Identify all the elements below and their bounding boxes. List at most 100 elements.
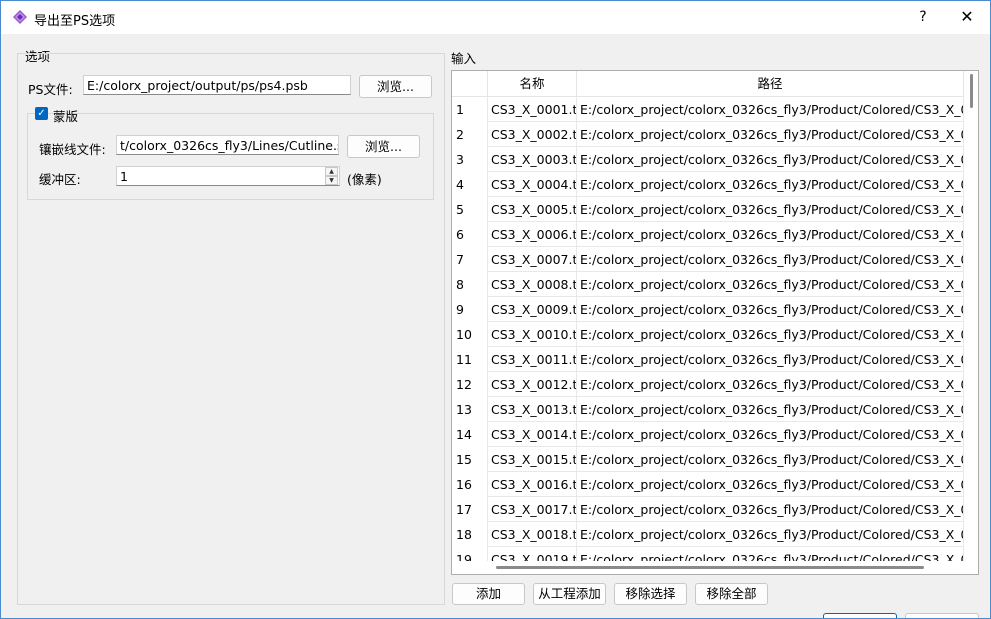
row-number-cell: 7	[452, 247, 488, 272]
name-cell: CS3_X_0004.tif	[488, 172, 577, 197]
row-number-cell: 14	[452, 422, 488, 447]
row-number-cell: 4	[452, 172, 488, 197]
table-row[interactable]: 1 CS3_X_0001.tif E:/colorx_project/colorx_…	[452, 97, 964, 122]
table-row[interactable]: 12 CS3_X_0012.tif E:/colorx_project/colorx…	[452, 372, 964, 397]
name-cell: CS3_X_0002.tif	[488, 122, 577, 147]
row-number-cell: 5	[452, 197, 488, 222]
close-button[interactable]: ✕	[957, 7, 977, 27]
seam-file-label: 镶嵌线文件:	[39, 142, 106, 157]
path-cell: E:/colorx_project/colorx_0326cs_fly3/Pro…	[577, 247, 964, 272]
table-row[interactable]: 15 CS3_X_0015.tif E:/colorx_project/colorx…	[452, 447, 964, 472]
table-row[interactable]: 7 CS3_X_0007.tif E:/colorx_project/colorx_…	[452, 247, 964, 272]
path-cell: E:/colorx_project/colorx_0326cs_fly3/Pro…	[577, 147, 964, 172]
table-row[interactable]: 3 CS3_X_0003.tif E:/colorx_project/colorx_…	[452, 147, 964, 172]
path-cell: E:/colorx_project/colorx_0326cs_fly3/Pro…	[577, 297, 964, 322]
table-row[interactable]: 10 CS3_X_0010.tif E:/colorx_project/colorx…	[452, 322, 964, 347]
row-number-cell: 18	[452, 522, 488, 547]
path-cell: E:/colorx_project/colorx_0326cs_fly3/Pro…	[577, 522, 964, 547]
name-cell: CS3_X_0011.tif	[488, 347, 577, 372]
table-row[interactable]: 2 CS3_X_0002.tif E:/colorx_project/colorx_…	[452, 122, 964, 147]
remove-all-button[interactable]: 移除全部	[695, 583, 768, 605]
table-row[interactable]: 8 CS3_X_0008.tif E:/colorx_project/colorx_…	[452, 272, 964, 297]
ps-file-browse-button[interactable]: 浏览...	[359, 75, 432, 98]
row-number-cell: 3	[452, 147, 488, 172]
path-cell: E:/colorx_project/colorx_0326cs_fly3/Pro…	[577, 372, 964, 397]
path-cell: E:/colorx_project/colorx_0326cs_fly3/Pro…	[577, 397, 964, 422]
table-row[interactable]: 5 CS3_X_0005.tif E:/colorx_project/colorx_…	[452, 197, 964, 222]
seam-file-input[interactable]: t/colorx_0326cs_fly3/Lines/Cutline.shp	[116, 135, 339, 155]
row-number-cell: 17	[452, 497, 488, 522]
path-cell: E:/colorx_project/colorx_0326cs_fly3/Pro…	[577, 322, 964, 347]
row-number-cell: 11	[452, 347, 488, 372]
ok-button[interactable]	[823, 613, 897, 618]
path-cell: E:/colorx_project/colorx_0326cs_fly3/Pro…	[577, 272, 964, 297]
path-cell: E:/colorx_project/colorx_0326cs_fly3/Pro…	[577, 422, 964, 447]
table-corner	[452, 71, 488, 97]
path-cell: E:/colorx_project/colorx_0326cs_fly3/Pro…	[577, 172, 964, 197]
row-number-cell: 2	[452, 122, 488, 147]
path-cell: E:/colorx_project/colorx_0326cs_fly3/Pro…	[577, 122, 964, 147]
mask-label: 蒙版	[53, 109, 79, 124]
remove-selected-button[interactable]: 移除选择	[614, 583, 687, 605]
row-number-cell: 6	[452, 222, 488, 247]
table-row[interactable]: 13 CS3_X_0013.tif E:/colorx_project/colorx…	[452, 397, 964, 422]
table-row[interactable]: 14 CS3_X_0014.tif E:/colorx_project/colorx…	[452, 422, 964, 447]
add-button[interactable]: 添加	[452, 583, 525, 605]
name-cell: CS3_X_0017.tif	[488, 497, 577, 522]
name-cell: CS3_X_0003.tif	[488, 147, 577, 172]
path-cell: E:/colorx_project/colorx_0326cs_fly3/Pro…	[577, 497, 964, 522]
name-cell: CS3_X_0015.tif	[488, 447, 577, 472]
path-cell: E:/colorx_project/colorx_0326cs_fly3/Pro…	[577, 472, 964, 497]
column-header-path[interactable]: 路径	[577, 71, 964, 97]
table-row[interactable]: 6 CS3_X_0006.tif E:/colorx_project/colorx_…	[452, 222, 964, 247]
title-bar: 导出至PS选项 ? ✕	[1, 1, 990, 34]
name-cell: CS3_X_0005.tif	[488, 197, 577, 222]
row-number-cell: 13	[452, 397, 488, 422]
seam-file-browse-button[interactable]: 浏览...	[347, 135, 420, 158]
buffer-input[interactable]: 1	[116, 166, 340, 186]
row-number-cell: 1	[452, 97, 488, 122]
row-number-cell: 15	[452, 447, 488, 472]
buffer-decrement-button[interactable]: ▼	[325, 176, 338, 185]
name-cell: CS3_X_0018.tif	[488, 522, 577, 547]
row-number-cell: 16	[452, 472, 488, 497]
dialog-window: 导出至PS选项 ? ✕ 选项 PS文件: E:/colorx_project/o…	[0, 0, 991, 619]
table-row[interactable]: 9 CS3_X_0009.tif E:/colorx_project/colorx_…	[452, 297, 964, 322]
ps-file-label: PS文件:	[28, 82, 73, 97]
horizontal-scrollbar[interactable]	[452, 561, 966, 574]
input-file-table[interactable]: 名称 路径 1 CS3_X_0001.tif E:/colorx_project/c…	[451, 70, 979, 575]
app-icon	[13, 10, 27, 24]
table-row[interactable]: 17 CS3_X_0017.tif E:/colorx_project/colorx…	[452, 497, 964, 522]
name-cell: CS3_X_0012.tif	[488, 372, 577, 397]
name-cell: CS3_X_0009.tif	[488, 297, 577, 322]
table-row[interactable]: 11 CS3_X_0011.tif E:/colorx_project/colorx…	[452, 347, 964, 372]
table-row[interactable]: 4 CS3_X_0004.tif E:/colorx_project/colorx_…	[452, 172, 964, 197]
buffer-increment-button[interactable]: ▲	[325, 167, 338, 176]
row-number-cell: 12	[452, 372, 488, 397]
buffer-unit-label: (像素)	[347, 172, 382, 187]
vertical-scroll-thumb[interactable]	[970, 74, 973, 108]
row-number-cell: 10	[452, 322, 488, 347]
vertical-scrollbar[interactable]	[966, 71, 978, 561]
ps-file-input[interactable]: E:/colorx_project/output/ps/ps4.psb	[83, 75, 351, 95]
path-cell: E:/colorx_project/colorx_0326cs_fly3/Pro…	[577, 222, 964, 247]
path-cell: E:/colorx_project/colorx_0326cs_fly3/Pro…	[577, 197, 964, 222]
cancel-button[interactable]	[905, 613, 979, 618]
column-header-name[interactable]: 名称	[488, 71, 577, 97]
row-number-cell: 8	[452, 272, 488, 297]
table-row[interactable]: 16 CS3_X_0016.tif E:/colorx_project/colorx…	[452, 472, 964, 497]
help-button[interactable]: ?	[915, 7, 931, 27]
name-cell: CS3_X_0016.tif	[488, 472, 577, 497]
name-cell: CS3_X_0007.tif	[488, 247, 577, 272]
table-row[interactable]: 18 CS3_X_0018.tif E:/colorx_project/colorx…	[452, 522, 964, 547]
horizontal-scroll-thumb[interactable]	[496, 566, 924, 569]
path-cell: E:/colorx_project/colorx_0326cs_fly3/Pro…	[577, 97, 964, 122]
input-group-title: 输入	[451, 51, 477, 66]
mask-checkbox[interactable]: ✓	[35, 107, 48, 120]
name-cell: CS3_X_0014.tif	[488, 422, 577, 447]
add-from-project-button[interactable]: 从工程添加	[533, 583, 606, 605]
table-header: 名称 路径	[452, 71, 964, 97]
name-cell: CS3_X_0010.tif	[488, 322, 577, 347]
name-cell: CS3_X_0006.tif	[488, 222, 577, 247]
window-title: 导出至PS选项	[34, 14, 116, 29]
